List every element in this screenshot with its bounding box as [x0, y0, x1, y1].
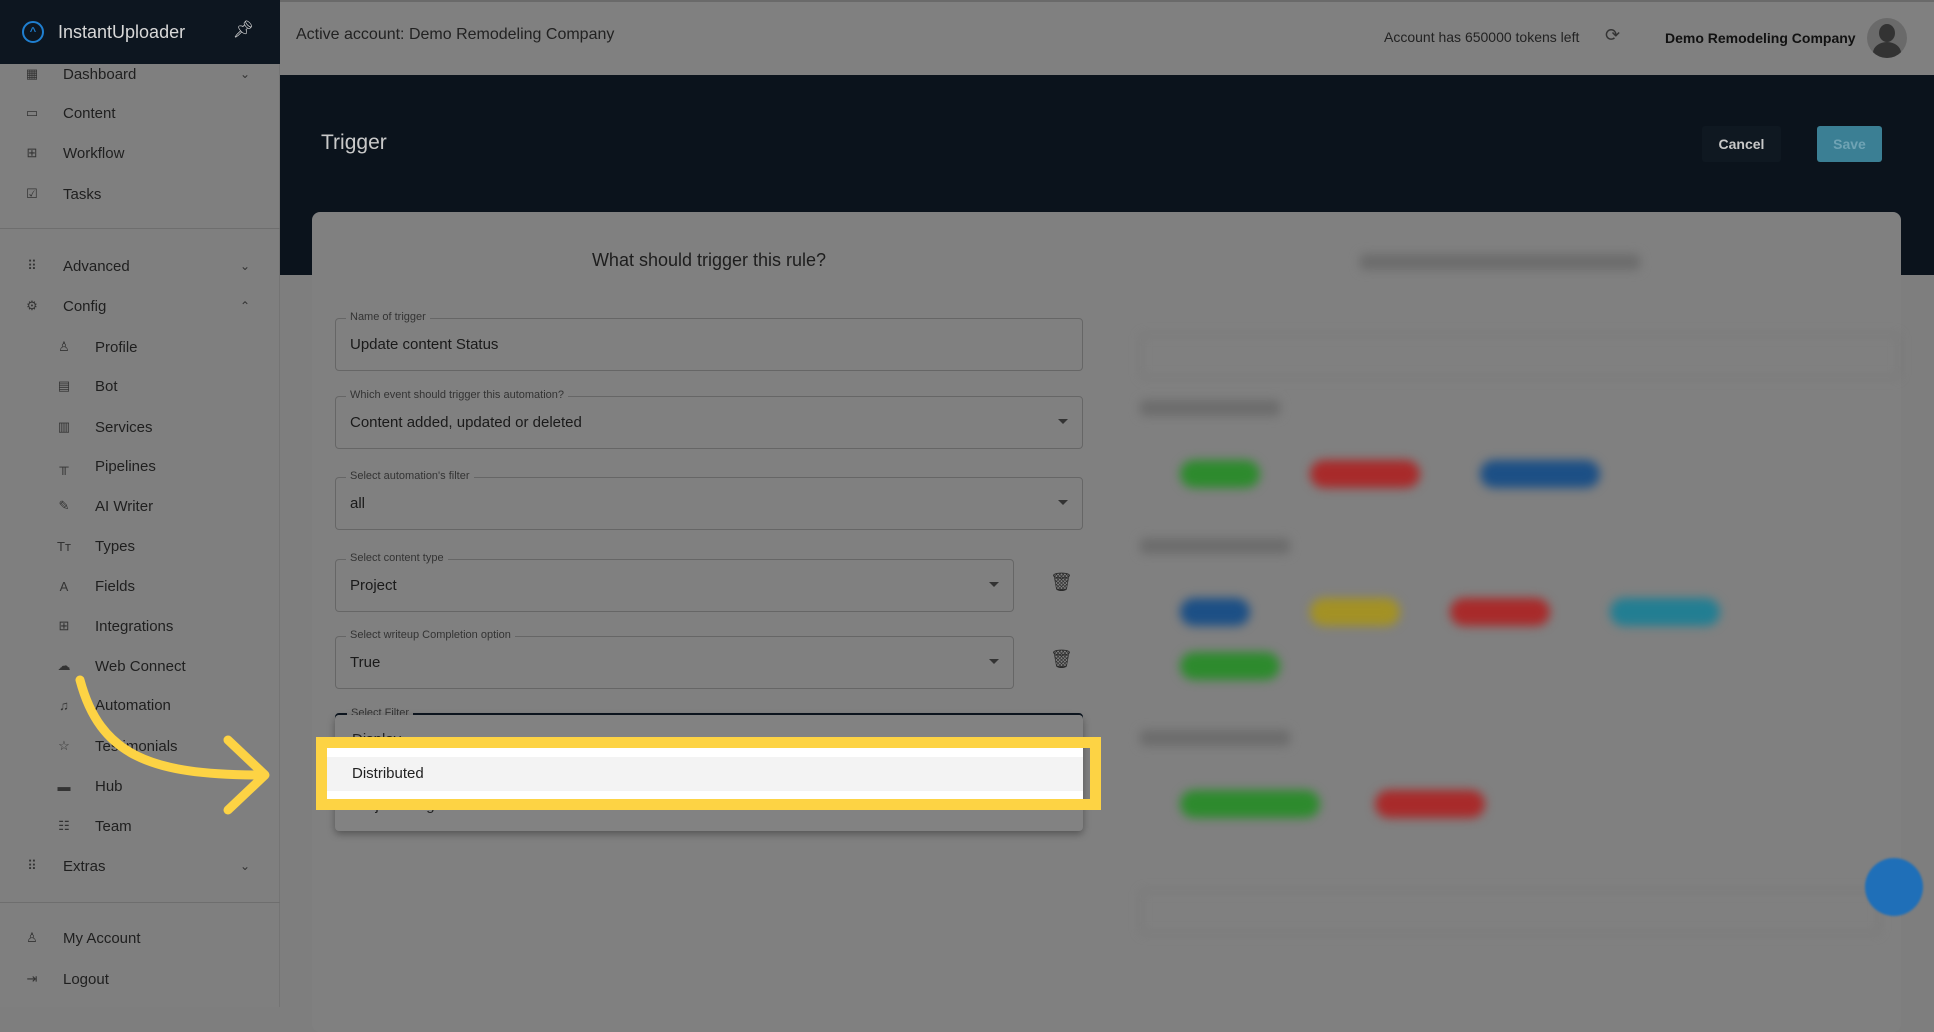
sidebar-item-services[interactable]: ▥ Services — [0, 409, 280, 445]
sidebar-item-profile[interactable]: ♙ Profile — [0, 329, 280, 365]
chevron-down-icon[interactable]: ⌄ — [240, 259, 250, 273]
chat-icon: ▤ — [57, 378, 71, 393]
sidebar-item-workflow[interactable]: ⊞ Workflow — [0, 135, 280, 171]
dropdown-arrow-icon — [1058, 500, 1068, 505]
trash-icon[interactable]: 🗑︎ — [1050, 649, 1073, 670]
sidebar-item-label: Fields — [95, 577, 136, 595]
dropdown-arrow-icon — [1058, 419, 1068, 424]
blurred-heading — [1360, 254, 1640, 270]
sidebar-item-label: Logout — [63, 970, 109, 988]
sidebar-item-tasks[interactable]: ☑ Tasks — [0, 176, 280, 212]
field-value: Project — [350, 577, 397, 594]
chevron-up-icon[interactable]: ⌃ — [240, 299, 250, 313]
dashboard-icon: ▦ — [25, 66, 39, 81]
sidebar-item-label: Config — [63, 297, 107, 315]
app-name: InstantUploader — [58, 21, 186, 42]
sidebar-item-label: My Account — [63, 929, 141, 947]
sidebar-divider — [0, 228, 280, 229]
field-label: Which event should trigger this automati… — [346, 389, 569, 401]
company-name[interactable]: Demo Remodeling Company — [1665, 30, 1856, 46]
save-button[interactable]: Save — [1817, 126, 1882, 162]
sidebar-item-label: Workflow — [63, 144, 125, 162]
sidebar-item-label: Bot — [95, 377, 118, 395]
form-heading: What should trigger this rule? — [591, 250, 827, 270]
pin-icon[interactable]: 📌︎ — [232, 20, 254, 40]
menu-item-label[interactable]: Distributed — [352, 765, 424, 782]
field-value: True — [350, 654, 381, 671]
avatar[interactable] — [1867, 18, 1907, 58]
apps-icon: ⠿ — [27, 258, 37, 273]
sidebar-divider — [0, 902, 280, 903]
building-icon: ▥ — [57, 419, 71, 434]
active-account: Active account: Demo Remodeling Company — [296, 26, 615, 43]
user-icon: ♙ — [58, 339, 70, 354]
completion-option-select[interactable]: Select writeup Completion option True — [335, 629, 1014, 689]
cancel-button[interactable]: Cancel — [1702, 126, 1781, 162]
chevron-down-icon[interactable]: ⌄ — [240, 67, 250, 81]
sidebar-item-config[interactable]: ⚙ Config ⌃ — [0, 288, 280, 324]
field-label: Select content type — [346, 552, 448, 564]
menu-item-distributed[interactable] — [327, 757, 1083, 791]
sidebar-item-dashboard[interactable]: ▦ Dashboard ⌄ — [0, 56, 280, 92]
trigger-name-input[interactable]: Name of trigger Update content Status — [335, 311, 1083, 371]
sidebar-item-extras[interactable]: ⠿ Extras ⌄ — [0, 848, 280, 884]
chat-bubble-icon[interactable] — [1865, 858, 1923, 916]
grid-icon: ⊞ — [26, 145, 38, 160]
user-icon: ♙ — [26, 930, 38, 945]
dropdown-arrow-icon — [989, 659, 999, 664]
sidebar-item-fields[interactable]: A Fields — [0, 568, 280, 604]
blurred-panel — [1120, 230, 1900, 970]
field-label: Select writeup Completion option — [346, 629, 515, 641]
logo-icon: ^ — [22, 21, 44, 43]
pipeline-icon: ╥ — [59, 458, 69, 474]
sidebar-item-label: Dashboard — [63, 65, 137, 83]
team-icon: ☷ — [58, 818, 70, 833]
plus-box-icon: ⊞ — [58, 618, 70, 633]
field-value: Content added, updated or deleted — [350, 414, 582, 431]
pointer-arrow-icon — [75, 675, 270, 815]
field-value: Update content Status — [350, 336, 499, 353]
dropdown-arrow-icon — [989, 582, 999, 587]
sidebar-item-label: AI Writer — [95, 497, 154, 515]
trash-icon[interactable]: 🗑︎ — [1050, 572, 1073, 593]
sidebar-item-label: Content — [63, 104, 116, 122]
event-select[interactable]: Which event should trigger this automati… — [335, 389, 1083, 449]
sidebar-item-types[interactable]: Tт Types — [0, 528, 280, 564]
sidebar-item-integrations[interactable]: ⊞ Integrations — [0, 608, 280, 644]
sidebar-item-bot[interactable]: ▤ Bot — [0, 368, 280, 404]
content-type-select[interactable]: Select content type Project — [335, 552, 1014, 612]
refresh-icon[interactable]: ⟳ — [1605, 25, 1620, 46]
sidebar-item-label: Services — [95, 418, 153, 436]
sidebar-item-label: Pipelines — [95, 457, 156, 475]
sidebar-item-my-account[interactable]: ♙ My Account — [0, 920, 280, 956]
sidebar-item-logout[interactable]: ⇥ Logout — [0, 961, 280, 997]
token-count: Account has 650000 tokens left — [1384, 29, 1580, 45]
checkbox-icon: ☑ — [26, 186, 38, 201]
folder-icon: ▭ — [25, 105, 39, 120]
apps-icon: ⠿ — [27, 858, 37, 873]
sidebar-item-label: Extras — [63, 857, 106, 875]
gear-icon: ⚙ — [26, 298, 38, 313]
sidebar-item-label: Advanced — [63, 257, 130, 275]
sidebar-item-label: Integrations — [95, 617, 174, 635]
sidebar-item-label: Profile — [95, 338, 138, 356]
sidebar-item-label: Types — [95, 537, 136, 555]
sidebar-item-pipelines[interactable]: ╥ Pipelines — [0, 448, 280, 484]
sidebar-item-label: Team — [95, 817, 132, 835]
text-type-icon: Tт — [57, 538, 71, 554]
field-icon: A — [59, 578, 69, 594]
sidebar-item-advanced[interactable]: ⠿ Advanced ⌄ — [0, 248, 280, 284]
sidebar-item-ai-writer[interactable]: ✎ AI Writer — [0, 488, 280, 524]
field-label: Select automation's filter — [346, 470, 474, 482]
chevron-down-icon[interactable]: ⌄ — [240, 859, 250, 873]
logout-icon: ⇥ — [26, 971, 38, 986]
field-label: Name of trigger — [346, 311, 430, 323]
field-value: all — [350, 495, 366, 512]
app-header: ^ InstantUploader 📌︎ — [0, 0, 280, 64]
automation-filter-select[interactable]: Select automation's filter all — [335, 470, 1083, 530]
page-title: Trigger — [321, 131, 387, 154]
sidebar-item-content[interactable]: ▭ Content — [0, 95, 280, 131]
sidebar-item-label: Tasks — [63, 185, 102, 203]
pencil-icon: ✎ — [58, 498, 70, 513]
